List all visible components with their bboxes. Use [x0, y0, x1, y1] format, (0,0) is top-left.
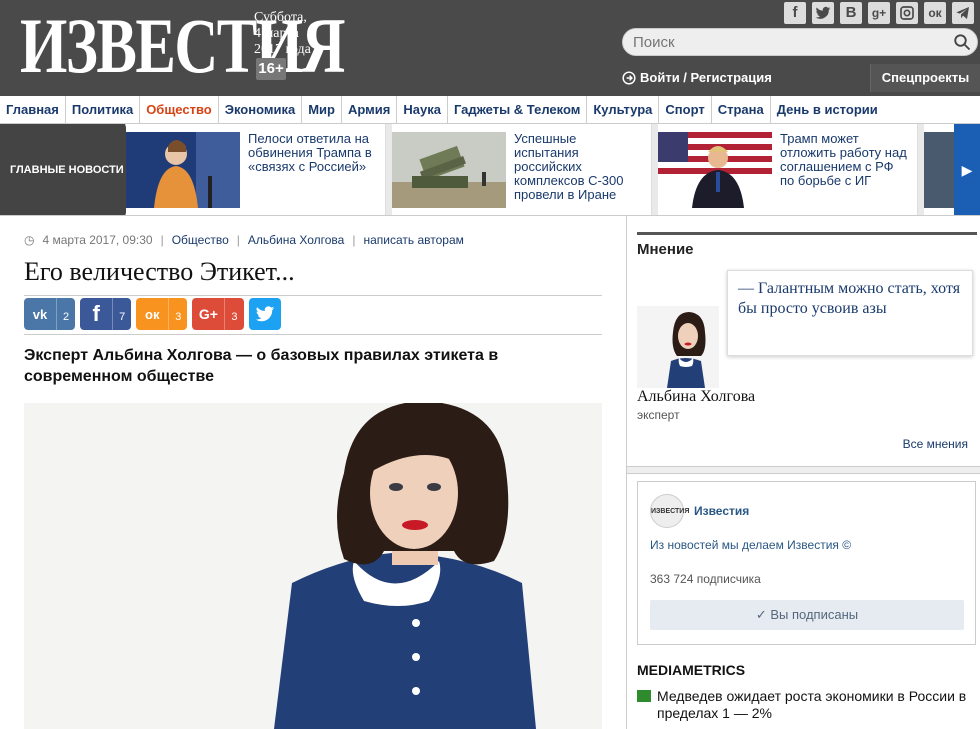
search-box [622, 28, 978, 56]
facebook-icon: f [92, 301, 100, 326]
odnoklassniki-share-button[interactable]: ок 3 [136, 298, 188, 330]
write-authors-link[interactable]: написать авторам [363, 233, 463, 247]
vk-share-button[interactable]: vk 2 [24, 298, 76, 330]
vkontakte-icon[interactable]: В [840, 2, 862, 24]
share-count: 3 [168, 298, 187, 330]
mediametrics-item[interactable]: Медведев ожидает роста экономики в Росси… [637, 688, 977, 722]
nav-item-army[interactable]: Армия [342, 96, 398, 123]
article-meta: ◷ 4 марта 2017, 09:30 | Общество | Альби… [24, 233, 464, 247]
rt-icon [637, 690, 651, 702]
share-buttons: vk 2 f 7 ок 3 G+ 3 [24, 298, 281, 330]
instagram-icon[interactable] [896, 2, 918, 24]
article-lead: Эксперт Альбина Холгова — о базовых прав… [24, 347, 499, 385]
vk-icon: vk [32, 306, 48, 322]
article-title: Его величество Этикет... [24, 257, 602, 296]
top-news-story[interactable]: Трамп может отложить работу над соглашен… [658, 124, 918, 215]
nav-item-country[interactable]: Страна [712, 96, 771, 123]
community-name[interactable]: Известия [694, 504, 749, 518]
sidebar-separator [627, 466, 980, 474]
site-header: ИЗВЕСТИЯ Суббота, 4 марта 2017 года 16+ … [0, 0, 980, 96]
nav-item-sport[interactable]: Спорт [659, 96, 712, 123]
nav-item-world[interactable]: Мир [302, 96, 342, 123]
story-image [126, 132, 240, 208]
divider [24, 334, 602, 335]
all-opinions-link[interactable]: Все мнения [903, 437, 968, 451]
twitter-icon[interactable] [812, 2, 834, 24]
age-badge: 16+ [256, 58, 286, 80]
share-count: 3 [224, 298, 243, 330]
twitter-share-button[interactable] [248, 298, 281, 330]
special-projects-button[interactable]: Спецпроекты [870, 64, 980, 92]
facebook-share-button[interactable]: f 7 [80, 298, 132, 330]
story-headline: Успешные испытания российских комплексов… [514, 131, 624, 202]
nav-item-main[interactable]: Главная [0, 96, 66, 123]
header-date: Суббота, 4 марта 2017 года [254, 10, 324, 58]
mediametrics-headline: Медведев ожидает роста экономики в Росси… [657, 688, 967, 721]
google-plus-icon: G+ [198, 306, 218, 322]
meta-separator: | [352, 233, 356, 247]
opinion-block: Мнение [637, 232, 977, 258]
login-label: Войти / Регистрация [640, 70, 772, 85]
community-description: Из новостей мы делаем Известия © [650, 538, 852, 552]
story-image [924, 132, 954, 208]
share-count: 2 [56, 298, 75, 330]
article-author-link[interactable]: Альбина Холгова [248, 233, 344, 247]
twitter-icon [255, 306, 274, 322]
social-links: f В g+ ок [784, 2, 974, 24]
google-plus-icon[interactable]: g+ [868, 2, 890, 24]
search-icon[interactable] [953, 33, 971, 51]
date-weekday: Суббота, [254, 10, 307, 25]
login-icon [622, 70, 636, 85]
top-news-label: ГЛАВНЫЕ НОВОСТИ [0, 124, 139, 215]
opinion-quote[interactable]: — Галантным можно стать, хотя бы просто … [727, 270, 973, 356]
opinion-author-photo[interactable] [637, 306, 719, 388]
subscribed-button[interactable]: ✓ Вы подписаны [650, 600, 964, 630]
share-count: 7 [112, 298, 131, 330]
opinion-author-role: эксперт [637, 408, 680, 422]
opinion-heading: Мнение [637, 232, 977, 258]
odnoklassniki-icon[interactable]: ок [924, 2, 946, 24]
article-date: 4 марта 2017, 09:30 [42, 233, 153, 247]
nav-item-culture[interactable]: Культура [587, 96, 660, 123]
top-news-strip: ГЛАВНЫЕ НОВОСТИ Пелоси ответила на обвин… [0, 124, 980, 216]
meta-separator: | [236, 233, 240, 247]
strip-next-arrow-icon[interactable]: ▶ [954, 124, 980, 215]
date-day: 4 марта [254, 26, 299, 41]
subscriber-count[interactable]: 363 724 подписчика [650, 572, 761, 586]
nav-item-history[interactable]: День в истории [771, 96, 884, 123]
telegram-icon[interactable] [952, 2, 974, 24]
story-headline: Пелоси ответила на обвинения Трампа в «с… [248, 131, 372, 174]
search-input[interactable] [623, 29, 943, 55]
nav-item-politics[interactable]: Политика [66, 96, 141, 123]
opinion-author-name[interactable]: Альбина Холгова [637, 388, 755, 406]
odnoklassniki-icon: ок [145, 306, 160, 322]
vk-community-widget: ИЗВЕСТИЯ Известия Из новостей мы делаем … [637, 481, 976, 645]
nav-item-gadgets[interactable]: Гаджеты & Телеком [448, 96, 588, 123]
nav-item-society[interactable]: Общество [140, 96, 219, 123]
top-news-story[interactable]: Пелоси ответила на обвинения Трампа в «с… [126, 124, 386, 215]
story-image [392, 132, 506, 208]
mediametrics-heading: MEDIAMETRICS [637, 662, 746, 678]
top-news-story[interactable]: Успешные испытания российских комплексов… [392, 124, 652, 215]
main-nav: Главная Политика Общество Экономика Мир … [0, 96, 980, 124]
community-avatar[interactable]: ИЗВЕСТИЯ [650, 494, 689, 528]
google-plus-share-button[interactable]: G+ 3 [192, 298, 244, 330]
facebook-icon[interactable]: f [784, 2, 806, 24]
story-headline: Трамп может отложить работу над соглашен… [780, 131, 907, 188]
nav-item-economy[interactable]: Экономика [219, 96, 303, 123]
story-image [658, 132, 772, 208]
article-photo [24, 403, 602, 729]
nav-item-science[interactable]: Наука [397, 96, 448, 123]
meta-separator: | [160, 233, 164, 247]
clock-icon: ◷ [24, 233, 35, 247]
article-section-link[interactable]: Общество [172, 233, 229, 247]
login-link[interactable]: Войти / Регистрация [622, 70, 772, 85]
date-year: 2017 года [254, 42, 311, 57]
